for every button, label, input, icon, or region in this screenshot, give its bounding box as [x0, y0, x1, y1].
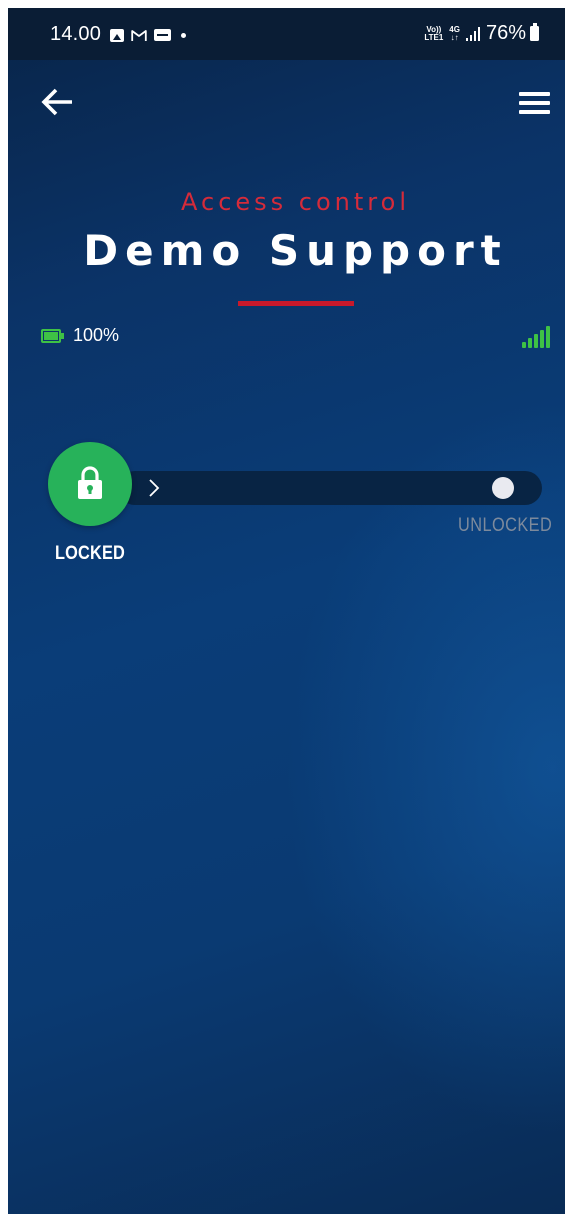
gmail-notification-icon [131, 29, 147, 41]
signal-strength-icon [522, 326, 550, 348]
arrow-left-icon [41, 88, 72, 116]
status-time: 14.00 [50, 23, 102, 45]
hamburger-line [519, 110, 550, 114]
locked-state-label: LOCKED [55, 543, 126, 564]
volte-icon: Vo)) LTE1 [424, 25, 444, 42]
network-type-icon: 4G ↓↑ [449, 25, 460, 42]
more-notifications-dot-icon [181, 32, 186, 38]
message-notification-icon [154, 29, 171, 41]
slider-target-dot [492, 477, 514, 499]
network-arrows-text: ↓↑ [450, 32, 459, 42]
notification-icons [110, 27, 186, 43]
hamburger-menu-icon [519, 92, 550, 96]
hamburger-line [519, 101, 550, 105]
battery-icon [41, 328, 65, 343]
lock-slider-knob[interactable] [48, 442, 132, 526]
status-battery-percent: 76% [485, 22, 526, 44]
unlocked-state-label: UNLOCKED [458, 515, 553, 536]
title-divider [238, 301, 354, 306]
page-subtitle: Access control [181, 188, 410, 216]
phone-battery-icon [530, 23, 539, 41]
page-title: Demo Support [83, 226, 508, 275]
padlock-icon [78, 466, 102, 499]
lock-battery-percent: 100% [73, 325, 120, 345]
app-screen: 14.00 Vo)) LTE1 4G ↓↑ 76% Access control… [8, 8, 565, 1214]
system-status-icons: Vo)) LTE1 4G ↓↑ 76% [424, 22, 539, 45]
status-bar: 14.00 Vo)) LTE1 4G ↓↑ 76% [8, 8, 565, 60]
back-button[interactable] [38, 84, 78, 120]
lock-battery-status: 100% [41, 325, 119, 346]
menu-button[interactable] [514, 86, 554, 122]
gallery-notification-icon [110, 28, 124, 42]
unlock-slider-track[interactable] [118, 471, 542, 505]
chevron-right-icon [149, 479, 160, 497]
volte-bottom-text: LTE1 [424, 32, 444, 42]
cell-signal-icon [465, 26, 480, 41]
